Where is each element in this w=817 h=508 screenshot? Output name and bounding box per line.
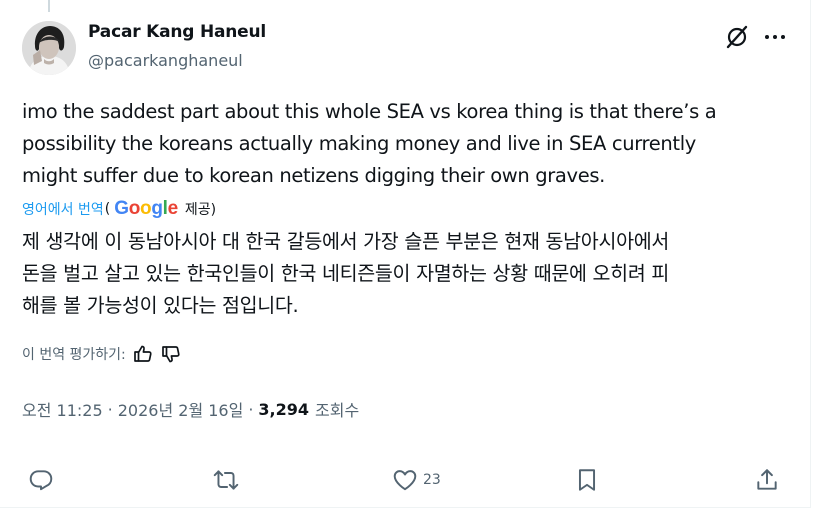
tweet-metadata: 오전 11:25 · 2026년 2월 16일 · 3,294 조회수: [22, 397, 359, 421]
provided-by-label: 제공): [184, 202, 217, 218]
tweet-date[interactable]: 2026년 2월 16일: [118, 397, 244, 421]
author-handle[interactable]: @pacarkanghaneul: [88, 51, 243, 70]
rate-translation-row: 이 번역 평가하기:: [22, 343, 182, 365]
bookmark-button[interactable]: [574, 464, 600, 496]
google-logo: Google: [114, 198, 178, 219]
likes-count: 23: [423, 472, 441, 488]
heart-icon: [393, 470, 417, 491]
repost-button[interactable]: [212, 464, 240, 496]
translated-text: 제 생각에 이 동남아시아 대 한국 갈등에서 가장 슬픈 부분은 현재 동남아…: [22, 230, 670, 317]
thread-connector-line: [48, 0, 50, 12]
avatar-photo: [22, 21, 76, 75]
repost-icon: [213, 470, 239, 490]
thumbs-up-icon[interactable]: [132, 343, 154, 365]
reply-icon: [29, 470, 53, 491]
share-icon: [757, 469, 777, 490]
grok-icon[interactable]: [724, 24, 750, 50]
more-options-icon[interactable]: [762, 24, 788, 50]
thumbs-down-icon[interactable]: [160, 343, 182, 365]
views-label: 조회수: [315, 401, 360, 420]
meta-separator: ·: [248, 399, 254, 419]
tweet-text: imo the saddest part about this whole SE…: [22, 100, 717, 187]
rate-translation-label: 이 번역 평가하기:: [22, 347, 126, 363]
tweet-time[interactable]: 오전 11:25: [22, 397, 103, 421]
translation-attribution: 영어에서 번역 ( Google 제공): [22, 197, 216, 221]
column-border: [810, 0, 811, 508]
reply-button[interactable]: [28, 464, 54, 496]
bookmark-icon: [578, 469, 596, 491]
translated-from-link[interactable]: 영어에서 번역: [22, 199, 104, 219]
like-button[interactable]: 23: [392, 464, 441, 496]
share-button[interactable]: [754, 464, 780, 496]
author-display-name[interactable]: Pacar Kang Haneul: [88, 22, 266, 42]
meta-separator: ·: [107, 399, 113, 419]
views-count: 3,294: [258, 399, 310, 419]
open-paren: (: [104, 201, 111, 217]
avatar[interactable]: [22, 21, 76, 75]
